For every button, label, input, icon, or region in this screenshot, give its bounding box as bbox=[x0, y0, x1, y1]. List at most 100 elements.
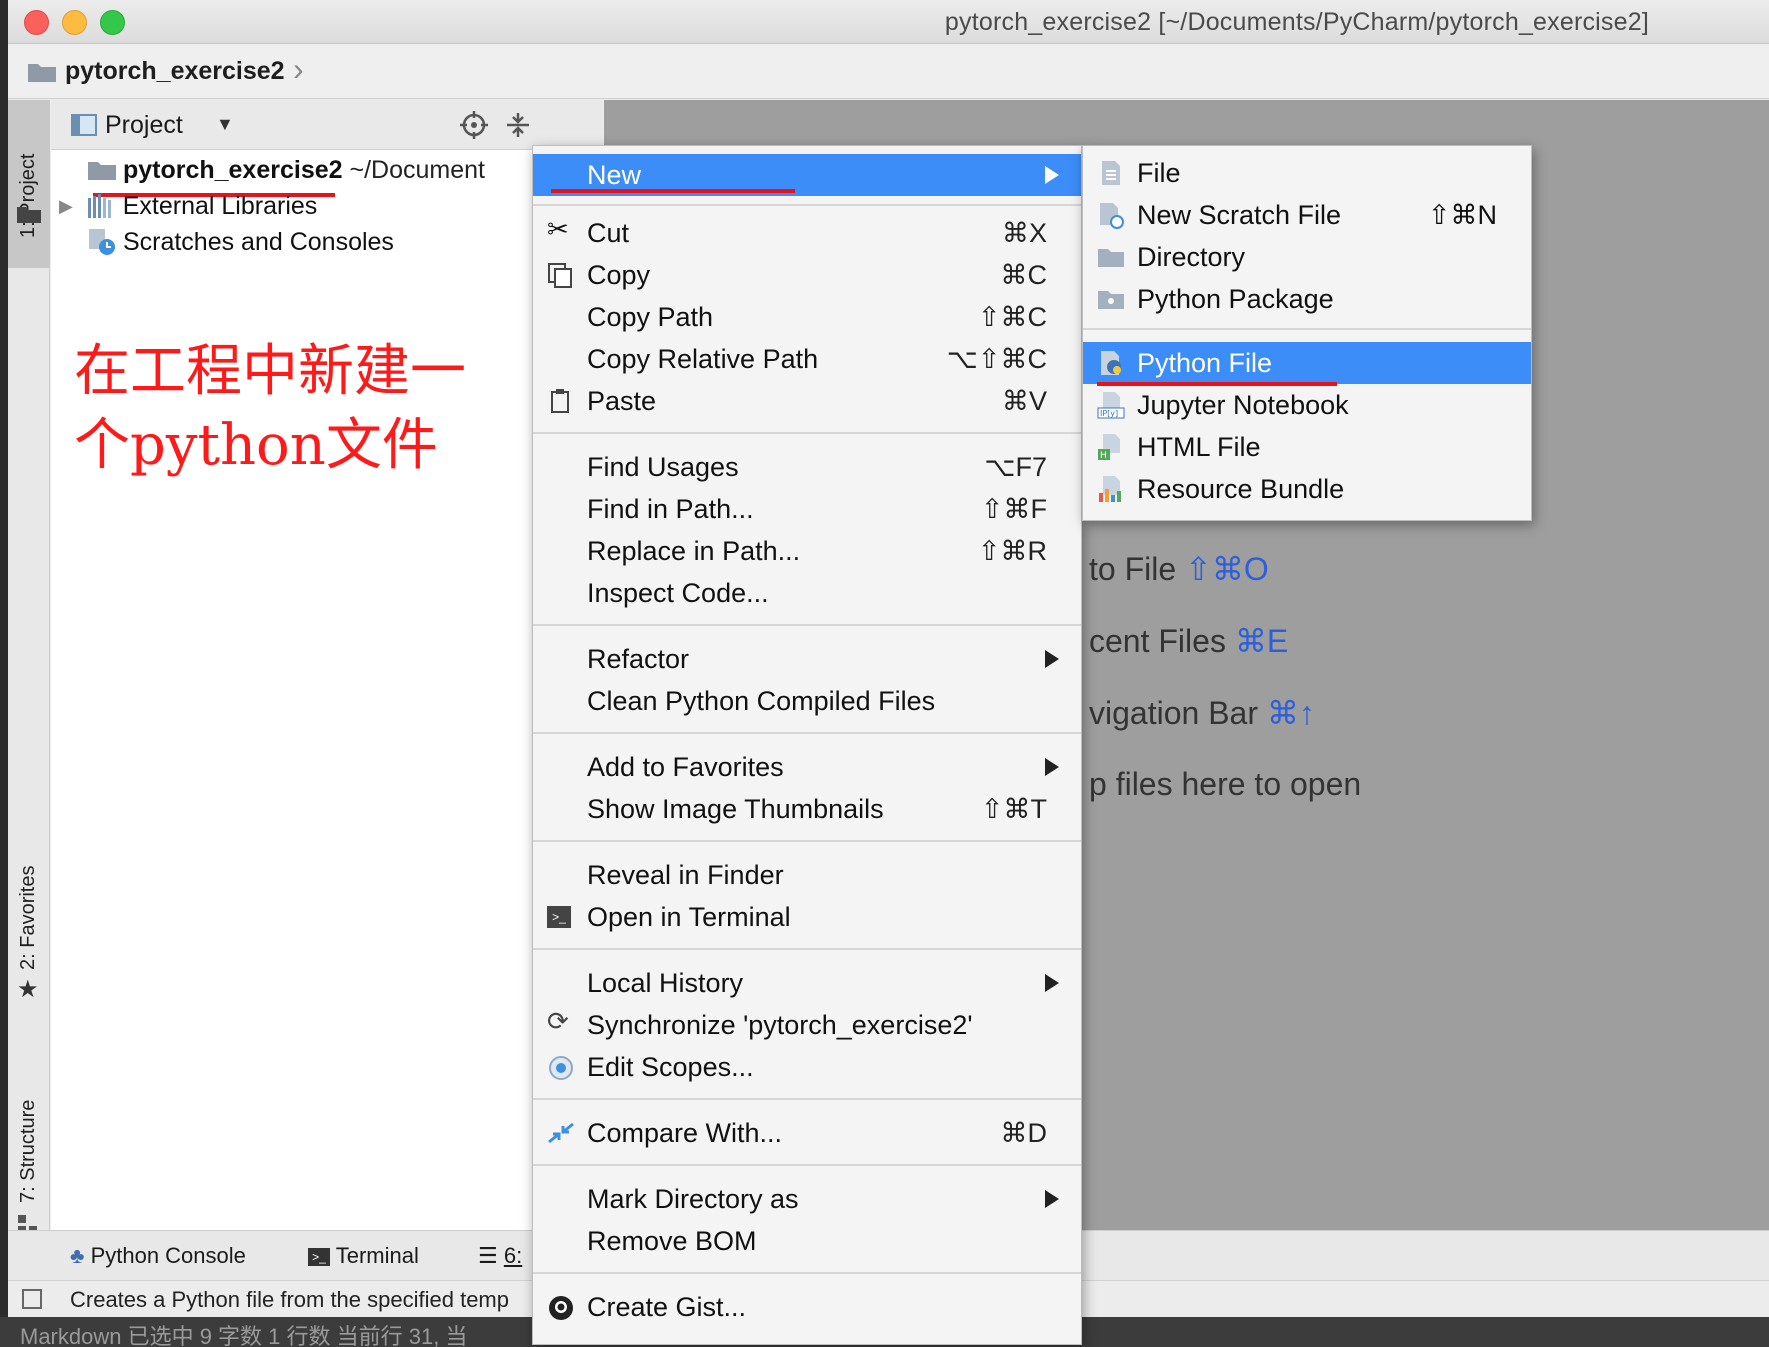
submenu-item-scratch-file[interactable]: New Scratch File ⇧⌘N bbox=[1083, 194, 1531, 236]
menu-item-local-history[interactable]: Local History bbox=[533, 962, 1081, 1004]
menu-item-synchronize[interactable]: ⟳ Synchronize 'pytorch_exercise2' bbox=[533, 1004, 1081, 1046]
chevron-right-icon: › bbox=[293, 51, 304, 87]
scratches-icon bbox=[89, 229, 115, 256]
hint-navigation-bar: vigation Bar ⌘↑ bbox=[1089, 695, 1315, 731]
menu-item-find-usages[interactable]: Find Usages ⌥F7 bbox=[533, 446, 1081, 488]
hint-drop-files: p files here to open bbox=[1089, 766, 1362, 802]
submenu-item-file[interactable]: File bbox=[1083, 152, 1531, 194]
folder-icon bbox=[17, 207, 41, 223]
tool-tab-structure-label: 7: Structure bbox=[17, 1099, 39, 1203]
context-menu: New ✂ Cut ⌘X Copy ⌘C Copy Path ⇧⌘C Copy … bbox=[532, 145, 1082, 1345]
file-icon bbox=[1102, 161, 1120, 185]
menu-item-copy[interactable]: Copy ⌘C bbox=[533, 254, 1081, 296]
breadcrumb-project[interactable]: pytorch_exercise2 bbox=[65, 57, 285, 86]
background-status-text: Markdown 已选中 9 字数 1 行数 当前行 31, 当 bbox=[20, 1324, 468, 1347]
compare-icon bbox=[548, 1122, 574, 1144]
tool-tab-project-label: 1: Project bbox=[17, 153, 39, 238]
tool-tab-structure[interactable]: 7: Structure bbox=[8, 1030, 50, 1234]
navigation-bar: pytorch_exercise2 › bbox=[8, 45, 1769, 99]
menu-separator bbox=[533, 948, 1081, 950]
terminal-icon: >_ bbox=[308, 1248, 330, 1267]
locate-icon[interactable] bbox=[459, 110, 489, 140]
submenu-item-python-file[interactable]: Python File bbox=[1083, 342, 1531, 384]
scissors-icon: ✂ bbox=[547, 214, 569, 244]
menu-item-compare-with[interactable]: Compare With... ⌘D bbox=[533, 1112, 1081, 1154]
left-tool-strip: 1: Project 2: Favorites ★ 7: Structure bbox=[8, 100, 50, 1234]
todo-tab[interactable]: ☰ 6: bbox=[478, 1243, 522, 1269]
menu-item-show-thumbnails[interactable]: Show Image Thumbnails ⇧⌘T bbox=[533, 788, 1081, 830]
submenu-item-jupyter-notebook[interactable]: IP[y] Jupyter Notebook bbox=[1083, 384, 1531, 426]
copy-icon bbox=[548, 263, 572, 288]
menu-separator bbox=[533, 204, 1081, 206]
menu-item-refactor[interactable]: Refactor bbox=[533, 638, 1081, 680]
menu-item-remove-bom[interactable]: Remove BOM bbox=[533, 1220, 1081, 1262]
chevron-right-icon: ▶ bbox=[59, 195, 73, 216]
tool-tab-project[interactable]: 1: Project bbox=[8, 100, 50, 268]
python-console-tab[interactable]: ♣ Python Console bbox=[70, 1243, 246, 1269]
menu-item-cut[interactable]: ✂ Cut ⌘X bbox=[533, 212, 1081, 254]
menu-item-clean-compiled[interactable]: Clean Python Compiled Files bbox=[533, 680, 1081, 722]
tree-item-scratches[interactable]: Scratches and Consoles bbox=[88, 227, 394, 265]
python-icon: ♣ bbox=[70, 1243, 85, 1268]
menu-item-add-to-favorites[interactable]: Add to Favorites bbox=[533, 746, 1081, 788]
menu-item-find-in-path[interactable]: Find in Path... ⇧⌘F bbox=[533, 488, 1081, 530]
submenu-item-python-package[interactable]: Python Package bbox=[1083, 278, 1531, 320]
submenu-item-resource-bundle[interactable]: Resource Bundle bbox=[1083, 468, 1531, 510]
menu-item-edit-scopes[interactable]: Edit Scopes... bbox=[533, 1046, 1081, 1088]
annotation-line-2: 个python文件 bbox=[74, 413, 438, 478]
project-tool-window: Project ▼ pytorch_exercise2 ~/Document ▶… bbox=[51, 100, 603, 1230]
menu-separator bbox=[533, 840, 1081, 842]
terminal-tab[interactable]: >_ Terminal bbox=[308, 1243, 419, 1269]
menu-item-replace-in-path[interactable]: Replace in Path... ⇧⌘R bbox=[533, 530, 1081, 572]
collapse-all-icon[interactable] bbox=[503, 110, 533, 140]
folder-icon bbox=[88, 162, 116, 181]
tool-tab-favorites[interactable]: 2: Favorites ★ bbox=[8, 760, 50, 1010]
annotation-text: 在工程中新建一 个python文件 bbox=[74, 335, 554, 483]
menu-item-inspect-code[interactable]: Inspect Code... bbox=[533, 572, 1081, 614]
menu-item-open-in-terminal[interactable]: >_ Open in Terminal bbox=[533, 896, 1081, 938]
tool-tab-favorites-label: 2: Favorites bbox=[17, 865, 39, 970]
menu-item-mark-directory[interactable]: Mark Directory as bbox=[533, 1178, 1081, 1220]
menu-item-create-gist[interactable]: Create Gist... bbox=[533, 1286, 1081, 1328]
resource-bundle-icon bbox=[1099, 476, 1121, 502]
package-icon bbox=[1098, 291, 1124, 309]
svg-text:H: H bbox=[1100, 451, 1107, 461]
menu-separator bbox=[533, 432, 1081, 434]
annotation-underline bbox=[551, 189, 795, 193]
tree-item-project-root[interactable]: pytorch_exercise2 ~/Document bbox=[88, 155, 485, 193]
star-icon: ★ bbox=[17, 976, 39, 1003]
scope-icon bbox=[549, 1056, 573, 1080]
python-file-icon bbox=[1101, 351, 1121, 375]
new-submenu: File New Scratch File ⇧⌘N Directory Pyth… bbox=[1082, 145, 1532, 521]
chevron-down-icon[interactable]: ▼ bbox=[216, 114, 234, 135]
project-view-dropdown[interactable]: Project bbox=[105, 111, 183, 140]
github-icon bbox=[549, 1296, 573, 1320]
tree-item-path: ~/Document bbox=[349, 155, 486, 184]
project-panel-header: Project ▼ bbox=[51, 100, 603, 150]
clipboard-icon bbox=[551, 389, 569, 413]
menu-item-reveal-in-finder[interactable]: Reveal in Finder bbox=[533, 854, 1081, 896]
submenu-item-html-file[interactable]: H HTML File bbox=[1083, 426, 1531, 468]
menu-separator bbox=[533, 1272, 1081, 1274]
menu-separator bbox=[1083, 328, 1531, 330]
title-bar: pytorch_exercise2 [~/Documents/PyCharm/p… bbox=[8, 0, 1769, 44]
menu-item-paste[interactable]: Paste ⌘V bbox=[533, 380, 1081, 422]
submenu-arrow-icon bbox=[1045, 650, 1059, 668]
menu-item-copy-relative-path[interactable]: Copy Relative Path ⌥⇧⌘C bbox=[533, 338, 1081, 380]
menu-item-copy-path[interactable]: Copy Path ⇧⌘C bbox=[533, 296, 1081, 338]
tree-item-external-libraries[interactable]: ▶ External Libraries bbox=[59, 191, 317, 229]
menu-separator bbox=[533, 1164, 1081, 1166]
submenu-arrow-icon bbox=[1045, 974, 1059, 992]
scratch-file-icon bbox=[1100, 203, 1124, 229]
folder-icon bbox=[1098, 249, 1124, 267]
project-view-icon bbox=[71, 114, 97, 136]
tree-item-label: Scratches and Consoles bbox=[122, 227, 394, 256]
submenu-item-directory[interactable]: Directory bbox=[1083, 236, 1531, 278]
toggle-tool-windows-icon[interactable] bbox=[22, 1289, 42, 1309]
tree-item-label: External Libraries bbox=[122, 191, 318, 220]
svg-text:IP[y]: IP[y] bbox=[1100, 409, 1118, 418]
html-file-icon: H bbox=[1098, 434, 1120, 461]
status-message: Creates a Python file from the specified… bbox=[70, 1287, 509, 1312]
jupyter-icon: IP[y] bbox=[1097, 392, 1125, 419]
terminal-icon: >_ bbox=[547, 906, 571, 928]
